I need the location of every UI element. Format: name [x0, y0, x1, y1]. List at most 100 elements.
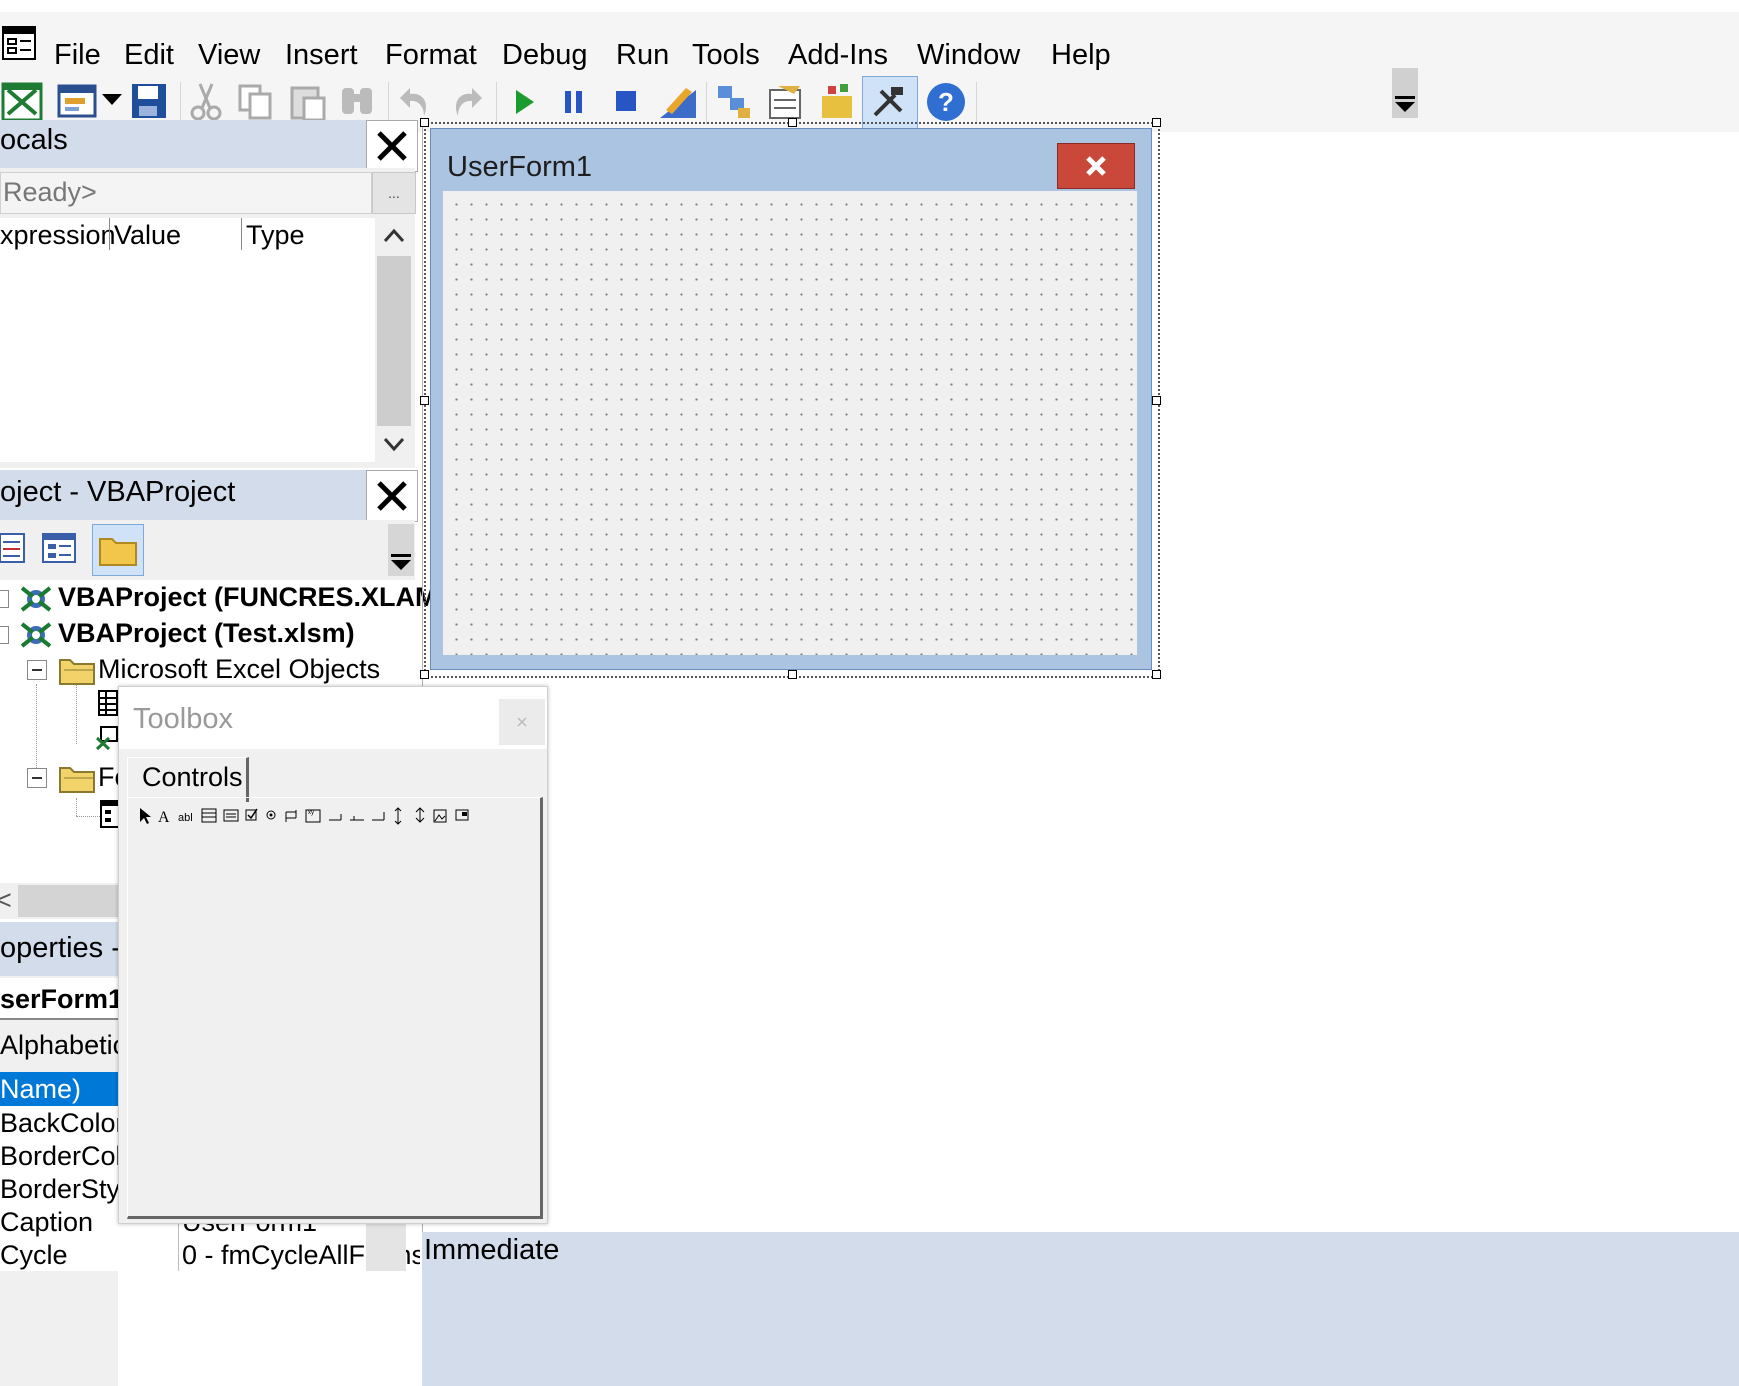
immediate-title-bar: Immediate: [422, 1232, 1739, 1386]
undo-icon[interactable]: [394, 80, 438, 124]
userform-window[interactable]: UserForm1: [430, 128, 1152, 670]
view-code-icon[interactable]: [0, 532, 26, 564]
project-explorer-icon[interactable]: [712, 80, 756, 124]
userform-app-icon[interactable]: [2, 26, 36, 60]
column-value[interactable]: Value: [114, 220, 181, 251]
tree-item-test-xlsm[interactable]: VBAProject (Test.xlsm): [58, 618, 355, 649]
image-icon: [433, 809, 447, 823]
spinbutton-icon: [415, 807, 425, 823]
locals-header-row: xpression Value Type: [0, 218, 375, 251]
paste-icon[interactable]: [286, 80, 330, 124]
toolbox-controls-icons: A abl xy: [140, 807, 469, 826]
locals-list: [0, 250, 375, 462]
project-hscrollbar[interactable]: <: [0, 883, 118, 919]
insert-userform-icon[interactable]: [56, 80, 100, 124]
project-title-bar: oject - VBAProject: [0, 470, 418, 522]
toolbox-title: Toolbox: [133, 703, 233, 735]
vbaproject-icon: [20, 622, 52, 648]
properties-window-icon[interactable]: [764, 80, 808, 124]
project-toolbar-overflow[interactable]: [388, 524, 414, 576]
toolbox-window[interactable]: Toolbox Controls A abl xy: [118, 686, 548, 1224]
locals-call-stack-button[interactable]: ...: [372, 172, 416, 214]
property-name: BackColor: [0, 1108, 125, 1138]
locals-title-bar: ocals: [0, 120, 418, 172]
multipage-icon: [372, 812, 385, 821]
collapse-button[interactable]: [27, 660, 47, 680]
property-row[interactable]: BorderStyle: [0, 1172, 141, 1206]
menu-debug[interactable]: Debug: [502, 38, 587, 72]
menu-format[interactable]: Format: [385, 38, 477, 72]
toolbar-overflow-button[interactable]: [1392, 68, 1418, 118]
property-row[interactable]: Cycle 0 - fmCycleAllForms: [0, 1238, 420, 1271]
reset-icon[interactable]: [604, 80, 648, 124]
locals-close-button[interactable]: [366, 120, 418, 172]
chevron-down-icon[interactable]: [383, 436, 405, 454]
property-row-selected[interactable]: Name): [0, 1072, 118, 1106]
collapse-button[interactable]: [27, 768, 47, 788]
column-expression[interactable]: xpression: [0, 220, 116, 251]
find-icon[interactable]: [336, 80, 380, 124]
tree-item-funcres[interactable]: VBAProject (FUNCRES.XLAM): [58, 582, 447, 613]
close-icon: [517, 717, 527, 727]
expander[interactable]: [0, 626, 9, 644]
menu-run[interactable]: Run: [616, 38, 669, 72]
menu-add-ins[interactable]: Add-Ins: [788, 38, 888, 72]
run-icon[interactable]: [502, 80, 546, 124]
toolbox-close-button[interactable]: [499, 699, 545, 745]
scroll-left-icon[interactable]: <: [0, 885, 12, 916]
menu-help[interactable]: Help: [1051, 38, 1111, 72]
expander[interactable]: [0, 590, 9, 608]
menu-insert[interactable]: Insert: [285, 38, 358, 72]
folder-icon: [99, 538, 137, 566]
redo-icon[interactable]: [444, 80, 488, 124]
copy-icon[interactable]: [234, 80, 278, 124]
option-button-icon: [266, 810, 276, 820]
userform-close-button[interactable]: [1057, 143, 1135, 189]
select-objects-icon: [140, 808, 151, 824]
locals-status-text: Ready>: [3, 177, 97, 207]
tabstrip-icon: [350, 816, 364, 821]
properties-tab-alphabetic[interactable]: Alphabetic: [0, 1030, 126, 1061]
folder-icon: [59, 659, 95, 685]
menu-tools[interactable]: Tools: [692, 38, 760, 72]
cut-icon[interactable]: [184, 80, 228, 124]
project-close-button[interactable]: [366, 470, 418, 522]
chevron-up-icon[interactable]: [383, 226, 405, 244]
toolbox-icon: [873, 87, 903, 117]
toolbox-tab-controls[interactable]: Controls: [127, 757, 249, 802]
locals-scrollbar[interactable]: [375, 218, 413, 462]
close-icon: [1086, 156, 1106, 176]
break-icon[interactable]: [552, 80, 596, 124]
property-name: Caption: [0, 1207, 94, 1237]
listbox-icon: [223, 809, 239, 822]
property-row[interactable]: BorderColor: [0, 1139, 146, 1173]
menu-window[interactable]: Window: [917, 38, 1020, 72]
menu-edit[interactable]: Edit: [124, 38, 174, 72]
project-hscroll-thumb[interactable]: [18, 885, 118, 917]
properties-title-bar: operties -: [0, 922, 121, 976]
property-row[interactable]: BackColor: [0, 1106, 125, 1140]
help-icon[interactable]: ?: [924, 80, 968, 124]
menu-file[interactable]: File: [54, 38, 101, 72]
toggle-folders-button[interactable]: [92, 524, 144, 576]
menu-view[interactable]: View: [198, 38, 260, 72]
project-toolbar: [0, 520, 415, 580]
design-mode-icon[interactable]: [656, 80, 700, 124]
userform-item-icon[interactable]: [100, 800, 120, 828]
workbook-icon[interactable]: [96, 726, 118, 750]
view-object-icon[interactable]: [42, 532, 76, 564]
vbaproject-icon: [20, 586, 52, 612]
toggle-button-icon: [285, 810, 297, 822]
locals-scroll-thumb[interactable]: [377, 256, 411, 426]
excel-view-icon[interactable]: [0, 80, 44, 124]
column-type[interactable]: Type: [246, 220, 305, 251]
chevron-down-icon[interactable]: [101, 92, 123, 106]
tree-item-excel-objects[interactable]: Microsoft Excel Objects: [98, 654, 380, 685]
worksheet-icon[interactable]: [98, 690, 118, 716]
properties-title: operties -: [0, 932, 121, 964]
properties-object-box[interactable]: serForm1: [0, 978, 123, 1020]
object-browser-icon[interactable]: [816, 80, 860, 124]
save-icon[interactable]: [128, 80, 172, 124]
userform-design-grid[interactable]: [443, 191, 1137, 655]
svg-text:abl: abl: [178, 812, 193, 824]
